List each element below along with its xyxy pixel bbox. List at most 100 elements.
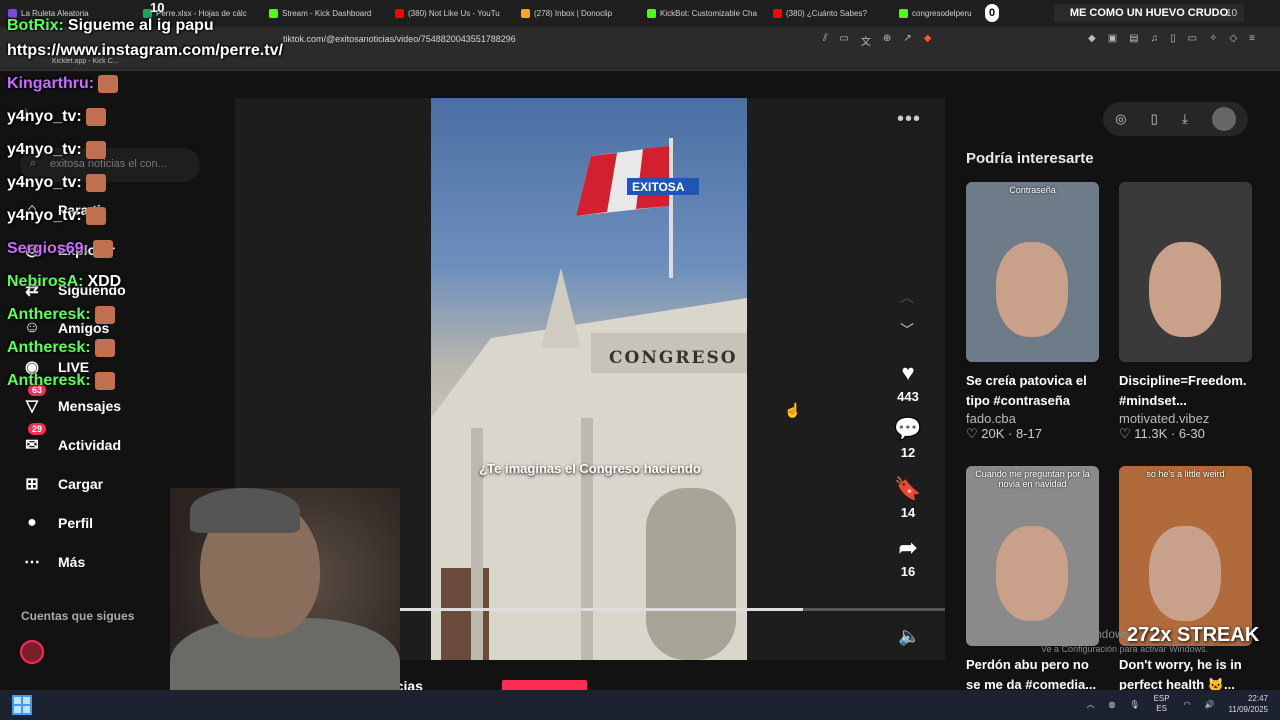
- music-icon[interactable]: ♫: [1151, 33, 1159, 44]
- sidebar-item-label: Cargar: [58, 476, 104, 492]
- mouse-cursor-icon: ☝: [784, 402, 802, 418]
- top-number: 10: [150, 0, 165, 15]
- recommendation-thumbnail[interactable]: Cuando me preguntan por la novia en navi…: [966, 466, 1099, 646]
- comment-icon[interactable]: 💬: [888, 416, 928, 442]
- chat-message: BotRix: Sigueme al ig papu: [7, 17, 214, 35]
- mic-icon[interactable]: 🎙: [1129, 700, 1139, 709]
- language-indicator[interactable]: ESP ES: [1154, 694, 1170, 714]
- brave-shield-icon[interactable]: ◆: [924, 33, 932, 48]
- vpn-icon[interactable]: ◇: [1229, 33, 1237, 44]
- save-icon[interactable]: ▤: [1129, 33, 1138, 44]
- share-icon[interactable]: ↗: [903, 33, 911, 48]
- tab-favicon-icon: [395, 9, 404, 18]
- browser-tab[interactable]: (380) Not Like Us - YouTu: [387, 0, 513, 27]
- user-avatar[interactable]: [1211, 107, 1236, 131]
- tab-label: KickBot: Customizable Cha: [660, 9, 757, 18]
- save-action[interactable]: 🔖 14: [888, 476, 928, 520]
- recommendation-user[interactable]: fado.cba: [966, 411, 1099, 426]
- wifi-icon[interactable]: ◠: [1184, 700, 1191, 709]
- video-frame[interactable]: EXITOSA CONGRESO: [431, 98, 747, 660]
- chat-message: y4nyo_tv:: [7, 108, 106, 126]
- reader-icon[interactable]: ⫽: [823, 33, 827, 48]
- counter-right: 10: [1226, 8, 1238, 19]
- chat-username: Antheresk:: [7, 306, 91, 324]
- chat-emote: [85, 141, 106, 159]
- like-action[interactable]: ♥ 443: [888, 360, 928, 404]
- volume-icon[interactable]: 🔈: [898, 626, 920, 647]
- screen-icon[interactable]: ▭: [839, 33, 848, 48]
- followed-account-avatar[interactable]: [20, 640, 44, 664]
- network-icon[interactable]: ◍: [1108, 700, 1115, 709]
- camera-icon[interactable]: ▣: [1108, 33, 1117, 44]
- translate-icon[interactable]: 文: [861, 33, 871, 48]
- previous-video-icon[interactable]: ︿: [900, 287, 914, 307]
- comment-action[interactable]: 💬 12: [888, 416, 928, 460]
- chat-emote: [92, 240, 113, 258]
- sidebar-item-ms[interactable]: ⋯ Más: [20, 550, 85, 574]
- menu-icon[interactable]: ≡: [1249, 33, 1255, 44]
- zoom-icon[interactable]: ⊕: [883, 33, 891, 48]
- clock[interactable]: 22:47 11/09/2025: [1229, 693, 1268, 715]
- recommendation-card[interactable]: Discipline=Freedom. #mindset... motivated…: [1119, 182, 1252, 442]
- recommendation-thumbnail[interactable]: so he's a little weird: [1119, 466, 1252, 646]
- browser-tab[interactable]: (278) Inbox | Donoclip: [513, 0, 639, 27]
- url-text[interactable]: tiktok.com/@exitosanoticias/video/754882…: [283, 34, 516, 44]
- device-icon[interactable]: ▯: [1151, 111, 1158, 127]
- sidebar-item-perfil[interactable]: ● Perfil: [20, 511, 93, 535]
- recommendation-thumbnail[interactable]: [1119, 182, 1252, 362]
- sidebar-item-mensajes[interactable]: ▽ 63 Mensajes: [20, 384, 122, 418]
- recommendation-thumbnail[interactable]: Contraseña: [966, 182, 1099, 362]
- thumbnail-text: so he's a little weird: [1146, 469, 1225, 479]
- recommendation-stats: ♡ 11.3K · 6-30: [1119, 426, 1205, 441]
- counter-left: 0: [985, 4, 999, 22]
- recommendation-caption[interactable]: Se creía patovica el tipo #contraseña: [966, 371, 1099, 411]
- following-header: Cuentas que sigues: [21, 609, 135, 623]
- sidebar-toggle-icon[interactable]: ▯: [1170, 33, 1176, 44]
- next-video-icon[interactable]: ﹀: [900, 320, 914, 340]
- upload-icon: ⊞: [25, 476, 39, 493]
- speaker-icon[interactable]: 🔊: [1205, 700, 1215, 709]
- thumbnail-face: [1149, 242, 1221, 337]
- share-action[interactable]: ➦ 16: [888, 535, 928, 579]
- like-count: 443: [897, 389, 919, 404]
- chat-username: Antheresk:: [7, 339, 91, 357]
- recommendation-user[interactable]: motivated.vibez: [1119, 411, 1252, 426]
- recommendation-card[interactable]: so he's a little weird Don't worry, he is…: [1119, 466, 1252, 695]
- chat-message: Antheresk:: [7, 372, 115, 390]
- recommendation-caption[interactable]: Discipline=Freedom. #mindset...: [1119, 371, 1252, 411]
- recommendations-title: Podría interesarte: [966, 150, 1094, 167]
- chat-message: Sergios69:: [7, 240, 113, 258]
- leo-icon[interactable]: ✧: [1209, 33, 1217, 44]
- recommendation-caption[interactable]: Perdón abu pero no se me da #comedia...: [966, 655, 1099, 695]
- address-bar-icons: ⫽ ▭ 文 ⊕ ↗ ◆: [823, 33, 931, 48]
- more-icon: ⋯: [24, 554, 40, 571]
- bookmark-icon[interactable]: 🔖: [888, 476, 928, 502]
- flag-text: EXITOSA: [632, 180, 685, 194]
- chat-message: https://www.instagram.com/perre.tv/: [7, 42, 283, 60]
- windows-start-icon[interactable]: [12, 695, 32, 715]
- chevron-up-icon[interactable]: ︿: [1086, 699, 1094, 710]
- lang-code: ESP: [1153, 694, 1170, 703]
- sidebar-item-cargar[interactable]: ⊞ Cargar: [20, 472, 103, 496]
- browser-tab[interactable]: Stream - Kick Dashboard: [261, 0, 387, 27]
- recommendation-card[interactable]: Contraseña Se creía patovica el tipo #con…: [966, 182, 1099, 442]
- browser-tab[interactable]: KickBot: Customizable Cha: [639, 0, 765, 27]
- flagpole: [669, 138, 673, 278]
- extension-icon[interactable]: ◆: [1088, 33, 1096, 44]
- chat-emote: [94, 372, 115, 390]
- share-arrow-icon[interactable]: ➦: [888, 535, 928, 561]
- coins-icon[interactable]: ◎: [1115, 111, 1126, 127]
- sidebar-item-label: Más: [58, 554, 86, 570]
- chat-emote: [94, 306, 115, 324]
- heart-icon[interactable]: ♥: [888, 360, 928, 386]
- sidebar-item-actividad[interactable]: ✉ 29 Actividad: [20, 423, 121, 457]
- follow-button[interactable]: [502, 680, 587, 690]
- more-options-icon[interactable]: •••: [897, 108, 921, 131]
- wallet-icon[interactable]: ▭: [1188, 33, 1197, 44]
- recommendation-caption[interactable]: Don't worry, he is in perfect health 🐱..…: [1119, 655, 1252, 695]
- recommendation-card[interactable]: Cuando me preguntan por la novia en navi…: [966, 466, 1099, 695]
- download-icon[interactable]: ⤓: [1182, 111, 1188, 127]
- browser-tab[interactable]: (380) ¿Cuánto Sabes?: [765, 0, 891, 27]
- sidebar-item-label: Mensajes: [58, 398, 122, 414]
- tab-favicon-icon: [899, 9, 908, 18]
